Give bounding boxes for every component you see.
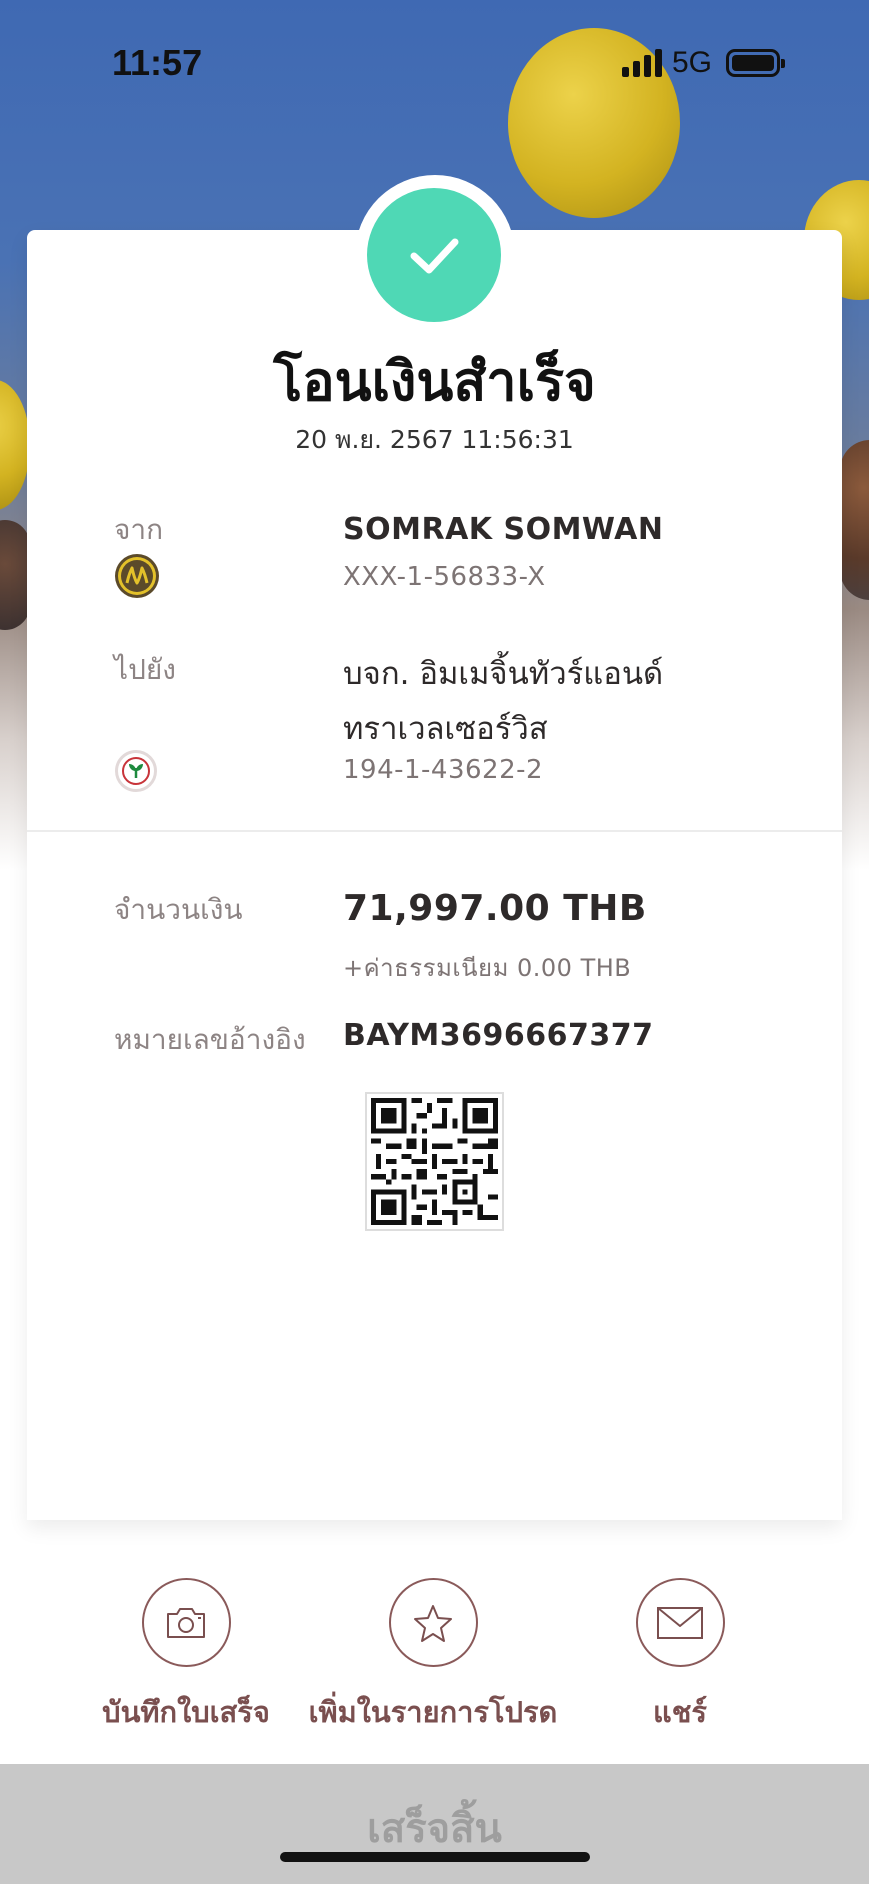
network-type: 5G bbox=[672, 46, 713, 79]
battery-icon bbox=[726, 49, 786, 77]
amount-value: 71,997.00 THB bbox=[343, 888, 647, 929]
camera-icon bbox=[141, 1578, 231, 1667]
page-title: โอนเงินสำเร็จ bbox=[273, 350, 596, 413]
add-favorite-button[interactable]: เพิ่มในรายการโปรด bbox=[303, 1578, 563, 1735]
qr-code bbox=[365, 1092, 504, 1231]
save-receipt-button[interactable]: บันทึกใบเสร็จ bbox=[56, 1578, 316, 1735]
transaction-datetime: 20 พ.ย. 2567 11:56:31 bbox=[295, 425, 574, 454]
to-account-name-line1: บจก. อิมเมจิ้นทัวร์แอนด์ bbox=[343, 656, 664, 692]
status-indicators: 5G bbox=[622, 46, 786, 80]
amount-label: จำนวนเงิน bbox=[114, 893, 243, 926]
add-favorite-label: เพิ่มในรายการโปรด bbox=[308, 1695, 558, 1729]
from-account-number: XXX-1-56833-X bbox=[343, 562, 546, 592]
share-button[interactable]: แชร์ bbox=[550, 1578, 810, 1735]
receipt-torn-edge bbox=[27, 1500, 842, 1520]
signal-icon bbox=[622, 49, 662, 77]
fee-value: +ค่าธรรมเนียม 0.00 THB bbox=[343, 954, 632, 982]
person-image bbox=[0, 520, 30, 630]
from-label: จาก bbox=[114, 513, 164, 546]
mail-icon bbox=[635, 1578, 725, 1667]
person-image bbox=[840, 440, 869, 600]
save-receipt-label: บันทึกใบเสร็จ bbox=[102, 1695, 270, 1729]
reference-label: หมายเลขอ้างอิง bbox=[114, 1023, 306, 1056]
done-button-label: เสร็จสิ้น bbox=[367, 1806, 502, 1852]
home-indicator[interactable] bbox=[280, 1852, 590, 1862]
to-account-number: 194-1-43622-2 bbox=[343, 755, 544, 785]
share-label: แชร์ bbox=[653, 1695, 707, 1729]
krungsri-bank-icon bbox=[115, 554, 159, 598]
status-time: 11:57 bbox=[112, 42, 203, 83]
done-button[interactable]: เสร็จสิ้น bbox=[0, 1764, 869, 1884]
to-label: ไปยัง bbox=[114, 653, 176, 686]
success-check-icon bbox=[367, 188, 501, 322]
reference-number: BAYM3696667377 bbox=[343, 1018, 654, 1053]
kbank-bank-icon bbox=[115, 750, 157, 792]
section-divider bbox=[27, 830, 842, 832]
from-account-name: SOMRAK SOMWAN bbox=[343, 512, 664, 547]
star-icon bbox=[388, 1578, 478, 1667]
to-account-name-line2: ทราเวลเซอร์วิส bbox=[343, 711, 548, 747]
